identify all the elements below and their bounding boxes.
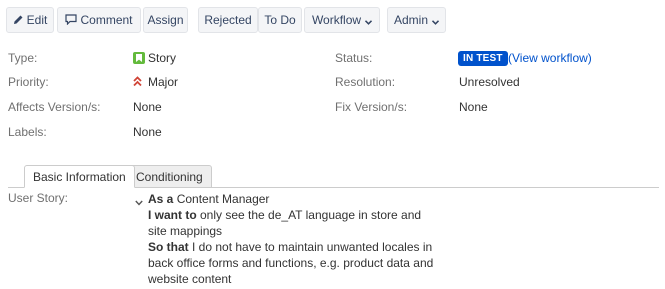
view-workflow-link[interactable]: (View workflow) [508, 51, 592, 65]
chevron-down-icon [365, 9, 373, 33]
status-label: Status: [335, 51, 373, 65]
comment-icon [65, 9, 78, 33]
tab-basic-information[interactable]: Basic Information [24, 165, 135, 188]
priority-value: Major [148, 75, 179, 89]
admin-dropdown-button[interactable]: Admin [387, 7, 446, 33]
rejected-label: Rejected [204, 13, 252, 27]
comment-button[interactable]: Comment [57, 7, 141, 33]
rejected-button[interactable]: Rejected [198, 7, 258, 33]
fix-version-value: None [459, 100, 488, 114]
story-so-that-line: So that I do not have to maintain unwant… [148, 239, 438, 287]
priority-major-icon [133, 76, 142, 90]
workflow-dropdown-button[interactable]: Workflow [304, 7, 380, 33]
comment-label: Comment [80, 13, 133, 27]
story-as-a-line: As a Content Manager [148, 191, 438, 207]
user-story-label: User Story: [8, 191, 69, 205]
story-as-a-text: Content Manager [173, 192, 270, 206]
story-i-want-keyword: I want to [148, 208, 197, 222]
tab-conditioning[interactable]: Conditioning [127, 165, 212, 188]
story-so-that-keyword: So that [148, 240, 189, 254]
todo-button[interactable]: To Do [258, 7, 302, 33]
resolution-value: Unresolved [459, 75, 520, 89]
labels-label: Labels: [8, 125, 47, 139]
user-story-text: As a Content Manager I want to only see … [148, 191, 438, 287]
affects-version-label: Affects Version/s: [8, 100, 101, 114]
chevron-down-icon [431, 9, 440, 33]
assign-label: Assign [147, 13, 184, 27]
labels-value: None [133, 125, 162, 139]
affects-version-value: None [133, 100, 162, 114]
chevron-down-icon[interactable] [135, 195, 143, 209]
status-badge: IN TEST [458, 51, 508, 66]
story-as-a-keyword: As a [148, 192, 174, 206]
assign-button[interactable]: Assign [143, 7, 188, 33]
priority-label: Priority: [8, 75, 49, 89]
story-so-that-text: I do not have to maintain unwanted local… [148, 240, 434, 286]
story-i-want-line: I want to only see the de_AT language in… [148, 207, 438, 239]
pencil-icon [13, 9, 24, 33]
todo-label: To Do [264, 13, 296, 27]
story-icon [133, 52, 145, 64]
admin-label: Admin [393, 13, 428, 27]
type-label: Type: [8, 51, 38, 65]
edit-button[interactable]: Edit [6, 7, 54, 33]
workflow-label: Workflow [311, 13, 362, 27]
type-value: Story [148, 51, 177, 65]
edit-label: Edit [26, 13, 48, 27]
resolution-label: Resolution: [335, 75, 396, 89]
fix-version-label: Fix Version/s: [335, 100, 408, 114]
